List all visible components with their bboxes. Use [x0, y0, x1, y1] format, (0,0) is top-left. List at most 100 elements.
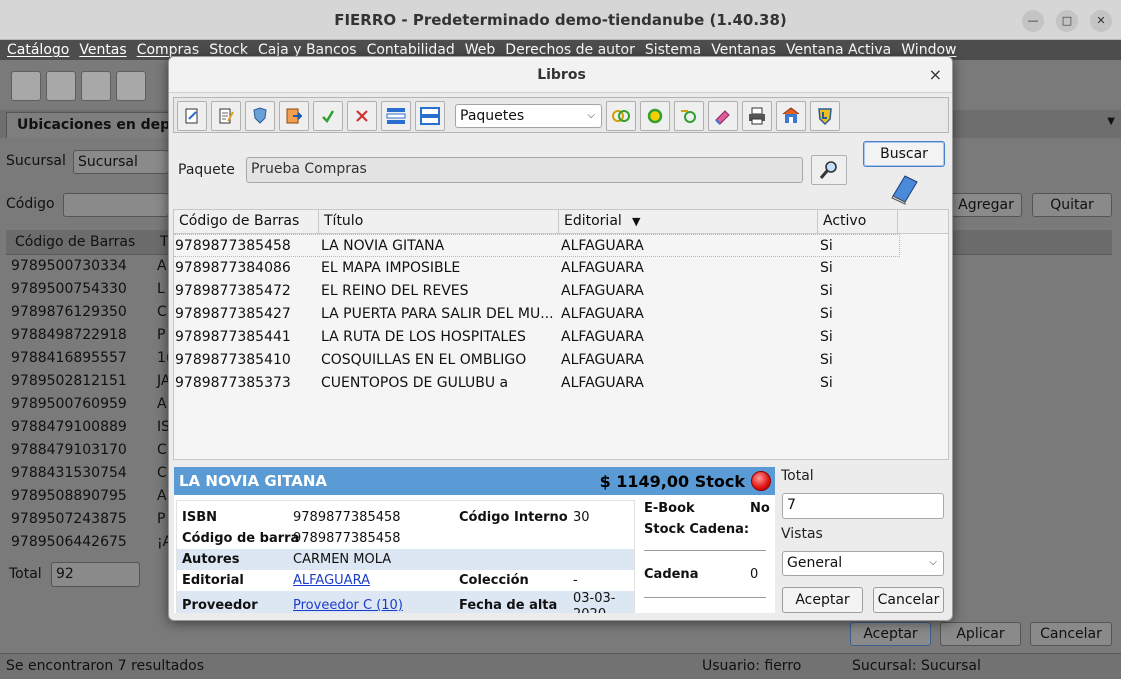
col-separator [558, 210, 559, 234]
barcode-icon[interactable] [46, 71, 76, 101]
maximize-icon[interactable]: □ [1056, 10, 1078, 32]
table-row[interactable]: 9789877385427 LA PUERTA PARA SALIR DEL MU… [174, 303, 900, 326]
chevron-down-icon: ⌵ [587, 110, 595, 121]
cell-code: 9789877385458 [175, 238, 291, 254]
shield-icon[interactable] [245, 101, 275, 131]
bg-cancelar-button[interactable]: Cancelar [1030, 622, 1112, 646]
bg-table-row[interactable]: 9789500760959 A [11, 396, 167, 419]
buscar-button[interactable]: Buscar [863, 141, 945, 167]
table-row[interactable]: 9789877385472 EL REINO DEL REVES ALFAGUARA… [174, 280, 900, 303]
codigo-input[interactable] [63, 193, 169, 217]
bg-table-row[interactable]: 9789876129350 C [11, 304, 167, 327]
close-icon[interactable]: ✕ [1090, 10, 1112, 32]
detail-title: LA NOVIA GITANA [179, 472, 328, 490]
bg-table-row[interactable]: 9788479100889 IS [11, 419, 170, 442]
bg-cell-code: 9788479100889 [11, 419, 127, 435]
paquetes-select[interactable]: Paquetes ⌵ [455, 104, 602, 128]
book-icon[interactable] [11, 71, 41, 101]
bg-cell-code: 9788498722918 [11, 327, 127, 343]
bg-table-row[interactable]: 9789500754330 L [11, 281, 165, 304]
collapse-rows-icon[interactable] [415, 101, 445, 131]
cell-editorial: ALFAGUARA [561, 329, 644, 345]
total-field[interactable]: 7 [782, 493, 944, 519]
quitar-button[interactable]: Quitar [1032, 193, 1112, 217]
rings-icon[interactable] [606, 101, 636, 131]
bg-table-row[interactable]: 9789507243875 P [11, 511, 165, 534]
dialog-toolbar: Paquetes ⌵ [173, 97, 949, 133]
dialog-close-icon[interactable]: × [929, 65, 942, 84]
check-icon[interactable] [313, 101, 343, 131]
sucursal-select[interactable]: Sucursal [73, 150, 169, 174]
table-row[interactable]: 9789877385373 CUENTOPOS DE GULUBU a ALFAGU… [174, 372, 900, 395]
bg-total-value: 92 [51, 562, 140, 587]
export-icon[interactable] [279, 101, 309, 131]
coleccion-label: Colección [459, 573, 529, 588]
eraser-icon[interactable] [708, 101, 738, 131]
table-row[interactable]: 9789877385410 COSQUILLAS EN EL OMBLIGO ALF… [174, 349, 900, 372]
minimize-icon[interactable]: — [1022, 10, 1044, 32]
col-codigo-barras[interactable]: Código de Barras [179, 213, 299, 229]
cell-title: CUENTOPOS DE GULUBU a [321, 375, 509, 391]
col-activo[interactable]: Activo [823, 213, 866, 229]
bg-table-row[interactable]: 9788479103170 C [11, 442, 167, 465]
col-editorial[interactable]: Editorial [564, 213, 622, 229]
cell-active: Si [820, 306, 833, 322]
bg-col-code[interactable]: Código de Barras [15, 234, 135, 250]
editorial-link[interactable]: ALFAGUARA [293, 573, 370, 588]
bg-aplicar-button[interactable]: Aplicar [940, 622, 1021, 646]
bg-aceptar-button[interactable]: Aceptar [850, 622, 931, 646]
tab-ubicaciones[interactable]: Ubicaciones en depó [6, 112, 191, 138]
grid-header: Código de Barras Título Editorial ▼ Acti… [174, 210, 948, 234]
bg-table-row[interactable]: 9789506442675 ¡A [11, 534, 172, 557]
tab-menu-icon[interactable]: ▼ [1107, 116, 1115, 127]
store-icon[interactable] [776, 101, 806, 131]
dialog-titlebar: Libros × [169, 57, 952, 93]
ring-link-icon[interactable] [674, 101, 704, 131]
print-icon[interactable] [742, 101, 772, 131]
agregar-button[interactable]: Agregar [950, 193, 1022, 217]
cancel-x-icon[interactable] [347, 101, 377, 131]
menu-catalogo[interactable]: Catálogo [7, 40, 69, 60]
green-ring-icon[interactable] [640, 101, 670, 131]
bg-cell-title: L [157, 281, 165, 297]
bg-table-row[interactable]: 9788416895557 1( [11, 350, 171, 373]
proveedor-link[interactable]: Proveedor C (10) [293, 598, 403, 613]
bg-cell-title: A [157, 488, 167, 504]
search-icon[interactable] [811, 155, 847, 185]
bg-total-label: Total [9, 566, 42, 582]
expand-rows-icon[interactable] [381, 101, 411, 131]
sucursal-label: Sucursal [6, 153, 66, 169]
bg-table-row[interactable]: 9788498722918 P [11, 327, 165, 350]
proveedor-label: Proveedor [182, 598, 258, 613]
col-separator [817, 210, 818, 234]
aceptar-button[interactable]: Aceptar [782, 587, 863, 613]
cell-title: LA RUTA DE LOS HOSPITALES [321, 329, 526, 345]
bg-cell-code: 9789500760959 [11, 396, 127, 412]
ebook-label: E-Book [644, 501, 695, 516]
invoice-icon[interactable] [116, 71, 146, 101]
table-row[interactable]: 9789877384086 EL MAPA IMPOSIBLE ALFAGUARA S… [174, 257, 900, 280]
bg-table-row[interactable]: 9789502812151 JA [11, 373, 170, 396]
cancelar-button[interactable]: Cancelar [873, 587, 944, 613]
new-document-icon[interactable] [177, 101, 207, 131]
menu-ventas[interactable]: Ventas [79, 40, 126, 60]
divider [644, 597, 766, 598]
status-branch: Sucursal: Sucursal [852, 658, 981, 674]
cell-active: Si [820, 260, 833, 276]
bg-table-row[interactable]: 9788431530754 C [11, 465, 167, 488]
col-separator [318, 210, 319, 234]
bg-cell-code: 9789500730334 [11, 258, 127, 274]
paquete-input[interactable]: Prueba Compras [246, 157, 803, 183]
vistas-label: Vistas [781, 526, 823, 542]
col-titulo[interactable]: Título [324, 213, 363, 229]
cell-active: Si [820, 375, 833, 391]
edit-document-icon[interactable] [211, 101, 241, 131]
shield-badge-icon[interactable] [810, 101, 840, 131]
table-row[interactable]: 9789877385441 LA RUTA DE LOS HOSPITALES AL… [174, 326, 900, 349]
bg-table-row[interactable]: 9789508890795 A [11, 488, 167, 511]
vistas-select[interactable]: General ⌵ [782, 551, 944, 576]
truck-icon[interactable] [81, 71, 111, 101]
table-row[interactable]: 9789877385458 LA NOVIA GITANA ALFAGUARA Si [174, 234, 900, 257]
bg-table-row[interactable]: 9789500730334 A [11, 258, 167, 281]
editorial-label: Editorial [182, 573, 244, 588]
